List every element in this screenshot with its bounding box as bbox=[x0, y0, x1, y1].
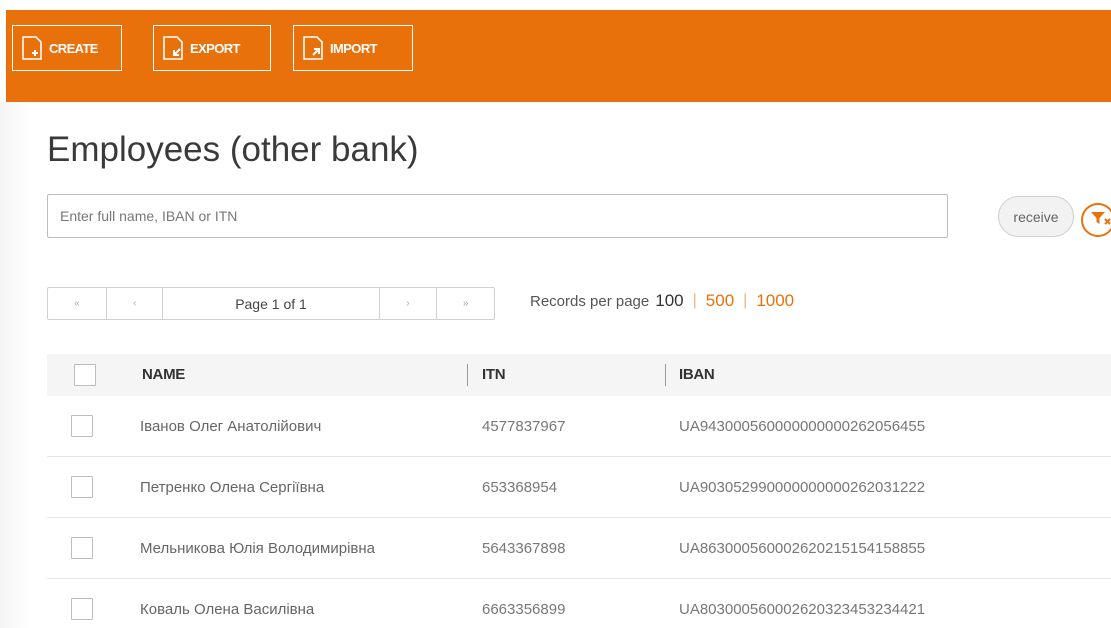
cell-name: Петренко Олена Сергіївна bbox=[140, 479, 325, 496]
table-row[interactable]: Іванов Олег Анатолійович 4577837967 UA94… bbox=[47, 396, 1111, 457]
row-checkbox[interactable] bbox=[71, 476, 93, 498]
import-button-label: IMPORT bbox=[330, 40, 378, 56]
action-toolbar: CREATE EXPORT IMPORT bbox=[6, 10, 1111, 102]
cell-itn: 653368954 bbox=[482, 479, 558, 496]
page-title: Employees (other bank) bbox=[47, 130, 419, 169]
prev-page-button[interactable]: ‹ bbox=[107, 288, 164, 319]
last-page-button[interactable]: » bbox=[437, 288, 494, 319]
import-button[interactable]: IMPORT bbox=[293, 25, 413, 71]
create-button-label: CREATE bbox=[49, 40, 98, 56]
create-button[interactable]: CREATE bbox=[12, 25, 122, 71]
export-button[interactable]: EXPORT bbox=[153, 25, 271, 71]
cell-itn: 5643367898 bbox=[482, 540, 566, 557]
row-checkbox[interactable] bbox=[71, 598, 93, 620]
rpp-option-1000[interactable]: 1000 bbox=[756, 291, 794, 311]
cell-itn: 4577837967 bbox=[482, 418, 566, 435]
rpp-separator: | bbox=[743, 292, 748, 309]
search-input[interactable] bbox=[47, 194, 948, 238]
export-button-label: EXPORT bbox=[190, 40, 240, 56]
cell-iban: UA943000560000000000262056455 bbox=[679, 418, 926, 435]
pagination: « ‹ Page 1 of 1 › » bbox=[47, 287, 495, 320]
rpp-separator: | bbox=[692, 292, 697, 309]
filter-clear-button[interactable] bbox=[1081, 203, 1111, 237]
cell-name: Коваль Олена Василівна bbox=[140, 601, 315, 618]
cell-name: Іванов Олег Анатолійович bbox=[140, 418, 322, 435]
first-page-button[interactable]: « bbox=[48, 288, 107, 319]
filter-clear-icon bbox=[1090, 210, 1111, 231]
records-per-page: Records per page 100 | 500 | 1000 bbox=[530, 290, 794, 312]
cell-itn: 6663356899 bbox=[482, 601, 566, 618]
cell-iban: UA903052990000000000262031222 bbox=[679, 479, 926, 496]
cell-name: Мельникова Юлія Володимирівна bbox=[140, 540, 376, 557]
column-divider[interactable] bbox=[467, 364, 468, 386]
records-per-page-label: Records per page bbox=[530, 292, 650, 310]
column-header-iban[interactable]: IBAN bbox=[679, 366, 715, 383]
rpp-option-100[interactable]: 100 bbox=[655, 291, 683, 311]
create-doc-icon bbox=[21, 35, 43, 61]
import-doc-icon bbox=[302, 35, 324, 61]
table-row[interactable]: Мельникова Юлія Володимирівна 5643367898… bbox=[47, 518, 1111, 579]
column-divider[interactable] bbox=[665, 364, 666, 386]
rpp-option-500[interactable]: 500 bbox=[706, 291, 734, 311]
select-all-checkbox[interactable] bbox=[74, 364, 96, 386]
page-info: Page 1 of 1 bbox=[163, 288, 380, 319]
export-doc-icon bbox=[162, 35, 184, 61]
table-header: NAME ITN IBAN bbox=[47, 354, 1111, 396]
column-header-name[interactable]: NAME bbox=[142, 366, 185, 383]
table-row[interactable]: Коваль Олена Василівна 6663356899 UA8030… bbox=[47, 579, 1111, 628]
cell-iban: UA863000560002620215154158855 bbox=[679, 540, 926, 557]
row-checkbox[interactable] bbox=[71, 415, 93, 437]
cell-iban: UA803000560002620323453234421 bbox=[679, 601, 926, 618]
next-page-button[interactable]: › bbox=[380, 288, 438, 319]
sidebar-edge bbox=[0, 102, 30, 628]
table-row[interactable]: Петренко Олена Сергіївна 653368954 UA903… bbox=[47, 457, 1111, 518]
row-checkbox[interactable] bbox=[71, 537, 93, 559]
employees-table: NAME ITN IBAN Іванов Олег Анатолійович 4… bbox=[47, 354, 1111, 628]
receive-button[interactable]: receive bbox=[998, 196, 1074, 237]
column-header-itn[interactable]: ITN bbox=[482, 366, 506, 383]
